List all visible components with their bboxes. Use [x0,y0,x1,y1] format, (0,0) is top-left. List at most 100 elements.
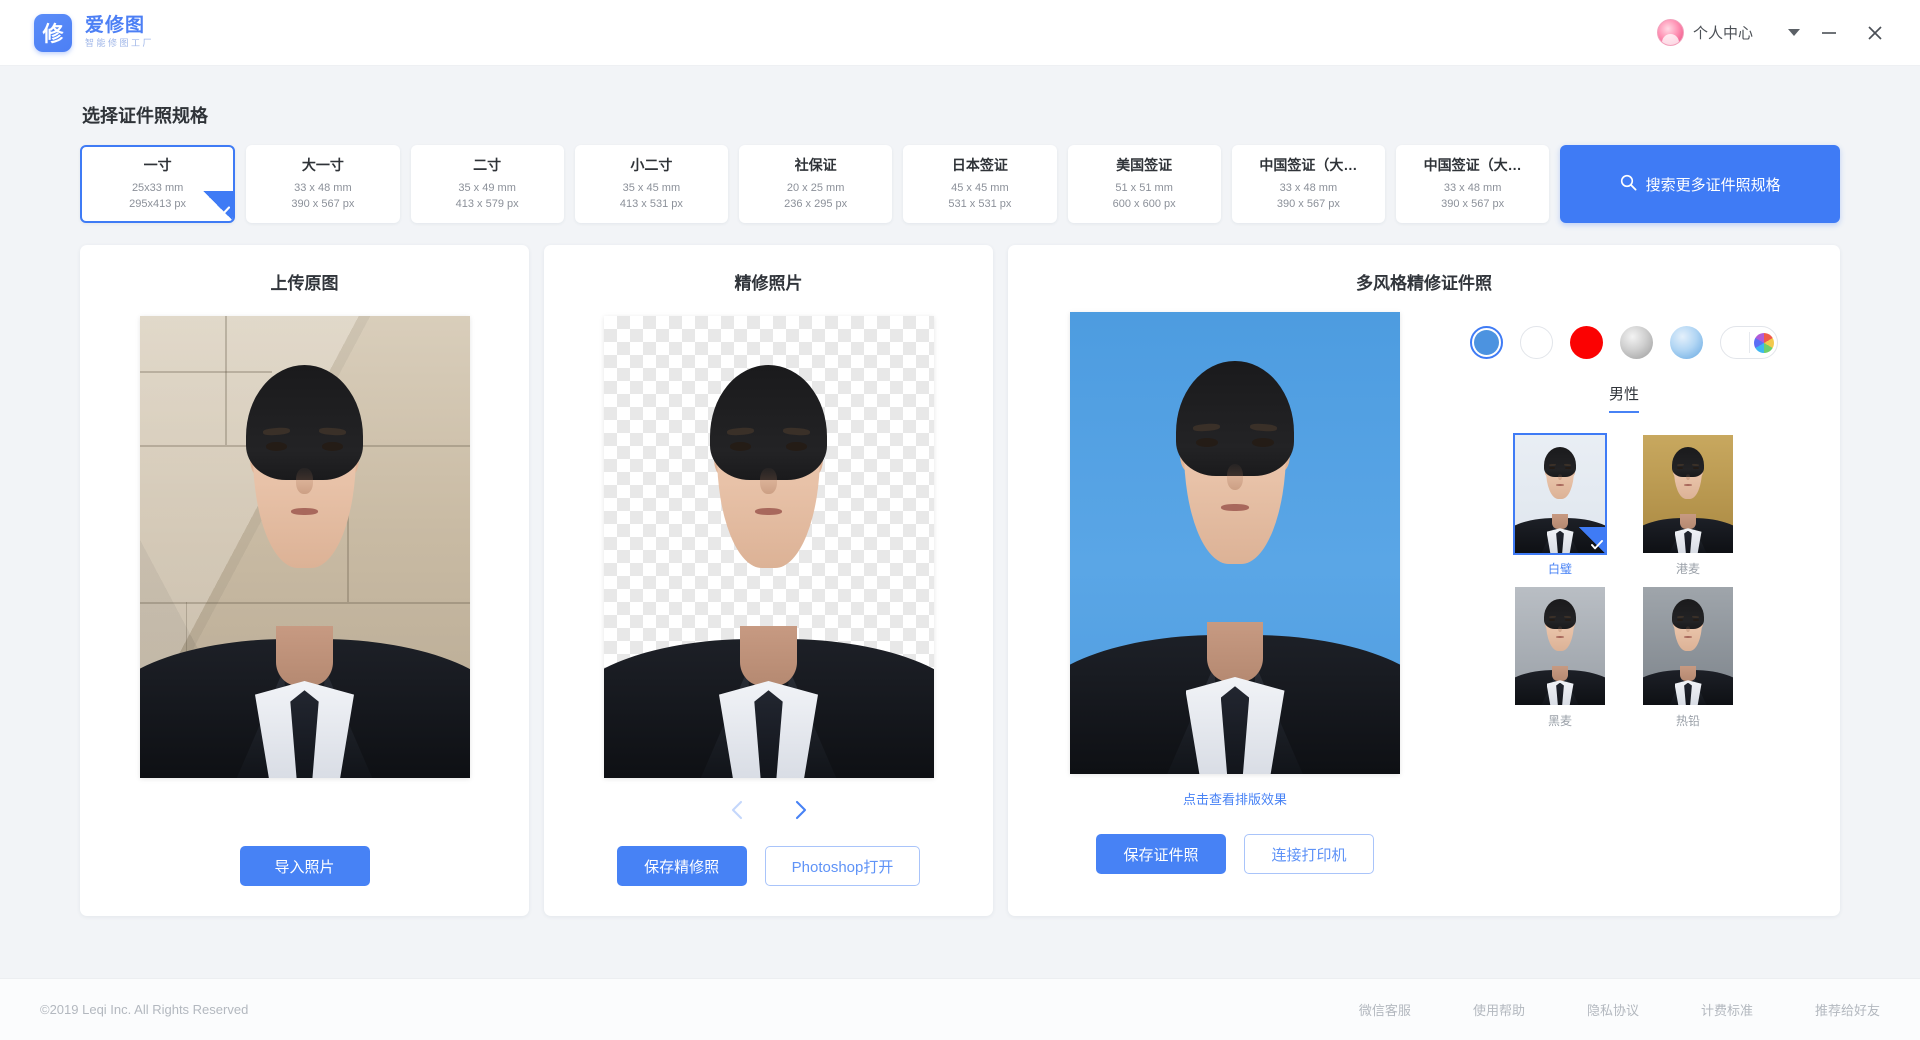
spec-px: 295x413 px [129,198,187,210]
style-label: 黑麦 [1547,714,1572,728]
footer-link-help[interactable]: 使用帮助 [1473,1000,1525,1019]
spec-mm: 33 x 48 mm [1443,182,1502,195]
footer-link-wechat-support[interactable]: 微信客服 [1359,1000,1411,1019]
spec-mm: 33 x 48 mm [1279,182,1338,195]
spec-card-3[interactable]: 小二寸 35 x 45 mm 413 x 531 px [574,145,728,223]
spec-mm: 51 x 51 mm [1115,182,1173,195]
spec-card-4[interactable]: 社保证 20 x 25 mm 236 x 295 px [739,145,893,223]
panel-retouch-title: 精修照片 [734,274,803,293]
spec-list: 一寸 25x33 mm 295x413 px 大一寸 33 x 48 mm 39… [80,145,1841,223]
color-swatch-blue[interactable] [1470,326,1503,359]
original-photo[interactable] [139,316,470,778]
spec-px: 236 x 295 px [784,198,848,210]
spec-mm: 25x33 mm [131,182,184,195]
spec-card-5[interactable]: 日本签证 45 x 45 mm 531 x 531 px [903,145,1057,223]
style-thumbnail[interactable] [1515,587,1605,705]
user-menu[interactable]: 个人中心 [1651,13,1806,52]
style-item-3: 热铅 [1643,587,1733,729]
retouch-actions: 保存精修照 Photoshop打开 [616,820,921,886]
footer-link-pricing[interactable]: 计费标准 [1701,1000,1753,1019]
spec-name: 小二寸 [630,157,673,174]
color-swatch-blue-gradient[interactable] [1670,326,1703,359]
open-photoshop-button[interactable]: Photoshop打开 [764,846,921,886]
check-icon [203,191,234,221]
spec-px: 413 x 579 px [455,198,519,210]
color-swatch-red[interactable] [1570,326,1603,359]
spec-card-8[interactable]: 中国签证（大… 33 x 48 mm 390 x 567 px [1396,145,1550,223]
spec-name: 大一寸 [301,157,344,174]
footer-link-refer-friend[interactable]: 推荐给好友 [1815,1000,1880,1019]
upload-actions: 导入照片 [239,820,370,886]
check-icon [1579,527,1605,553]
spec-px: 531 x 531 px [948,198,1012,210]
footer-link-privacy[interactable]: 隐私协议 [1587,1000,1639,1019]
portrait-figure [1643,435,1733,553]
chevron-right-icon[interactable] [792,800,809,820]
spec-name: 社保证 [794,157,837,174]
spec-name: 二寸 [473,157,502,174]
spec-mm: 35 x 45 mm [622,182,681,195]
spec-px: 390 x 567 px [1441,198,1505,210]
spec-card-0[interactable]: 一寸 25x33 mm 295x413 px [80,145,236,223]
spec-name: 一寸 [143,157,172,174]
connect-printer-button[interactable]: 连接打印机 [1244,834,1374,874]
footer: ©2019 Leqi Inc. All Rights Reserved 微信客服… [0,978,1920,1040]
app-subtitle: 智能修图工厂 [85,38,155,49]
style-item-2: 黑麦 [1515,587,1605,729]
view-layout-link[interactable]: 点击查看排版效果 [1183,789,1287,808]
spec-name: 美国签证 [1116,157,1173,174]
color-wheel-icon [1754,332,1774,353]
spec-card-2[interactable]: 二寸 35 x 49 mm 413 x 579 px [410,145,564,223]
portrait-figure [1070,312,1400,774]
spec-px: 600 x 600 px [1112,198,1176,210]
color-swatch-white[interactable] [1520,326,1553,359]
style-label: 白璧 [1547,562,1572,576]
spec-card-1[interactable]: 大一寸 33 x 48 mm 390 x 567 px [246,145,400,223]
style-thumbnail[interactable] [1513,433,1607,555]
spec-mm: 35 x 49 mm [458,182,516,195]
retouch-carousel [729,800,809,820]
panel-upload-original: 上传原图 导入照片 [80,245,529,916]
chevron-down-icon[interactable] [1788,29,1800,36]
save-retouched-button[interactable]: 保存精修照 [616,846,747,886]
panel-styles-title: 多风格精修证件照 [1356,274,1492,293]
user-menu-label: 个人中心 [1692,25,1753,42]
search-more-specs-button[interactable]: 搜索更多证件照规格 [1560,145,1841,223]
save-id-photo-button[interactable]: 保存证件照 [1096,834,1226,874]
retouched-photo[interactable] [603,316,934,778]
chevron-left-icon[interactable] [729,800,746,820]
app-logo-icon: 修 [34,13,72,52]
style-item-0: 白璧 [1513,433,1607,577]
spec-name: 日本签证 [951,157,1008,174]
import-photo-button[interactable]: 导入照片 [239,846,370,886]
spec-mm: 33 x 48 mm [294,182,352,195]
spec-px: 390 x 567 px [291,198,355,210]
spec-px: 390 x 567 px [1276,198,1340,210]
spec-mm: 20 x 25 mm [786,182,845,195]
brand-text: 爱修图 智能修图工厂 [85,16,154,48]
copyright-text: ©2019 Leqi Inc. All Rights Reserved [40,1002,249,1017]
styles-actions: 保存证件照 连接打印机 [1096,808,1374,874]
spec-name: 中国签证（大… [1259,157,1358,174]
panel-multi-style: 多风格精修证件照 点击查看排版效果 保存证件照 连接打印机 男性 白璧 港麦 黑… [1008,245,1840,916]
background-color-swatches [1470,326,1778,359]
color-swatch-gray-gradient[interactable] [1620,326,1653,359]
close-button[interactable] [1852,10,1898,56]
style-thumbnail[interactable] [1643,587,1733,705]
panel-upload-title: 上传原图 [270,274,339,293]
style-label: 港麦 [1675,562,1700,576]
color-swatch-custom[interactable] [1720,326,1778,359]
tab-male[interactable]: 男性 [1608,383,1639,413]
style-thumbnail[interactable] [1643,435,1733,553]
spec-card-6[interactable]: 美国签证 51 x 51 mm 600 x 600 px [1067,145,1221,223]
app-title: 爱修图 [85,15,146,37]
spec-card-7[interactable]: 中国签证（大… 33 x 48 mm 390 x 567 px [1231,145,1385,223]
final-id-photo[interactable] [1070,312,1400,774]
avatar [1656,19,1684,46]
minimize-button[interactable] [1806,10,1852,56]
style-grid: 白璧 港麦 黑麦 热铅 [1513,433,1733,729]
gender-tabs: 男性 [1608,383,1639,413]
portrait-figure [1515,587,1605,705]
panel-retouched-photo: 精修照片 保存精修照 Photoshop打开 [544,245,993,916]
style-item-1: 港麦 [1643,435,1733,577]
